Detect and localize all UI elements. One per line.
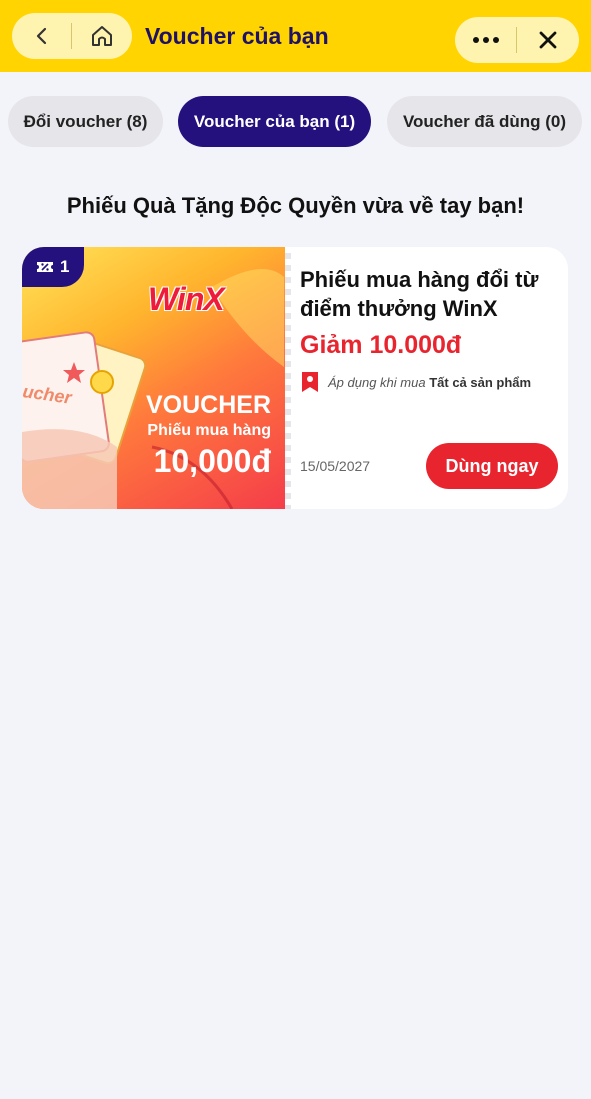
apply-prefix: Áp dụng khi mua: [328, 374, 426, 390]
nav-pill: [12, 13, 132, 59]
apply-scope: Tất cả sản phẩm: [429, 374, 532, 390]
close-icon: [539, 31, 556, 49]
use-now-button[interactable]: Dùng ngay: [426, 443, 558, 489]
home-icon: [91, 26, 112, 46]
close-button[interactable]: [517, 17, 578, 63]
voucher-image: ucher 1 WinX VOUCHER Phiếu mua hàng 10,0…: [22, 247, 285, 509]
voucher-info: Phiếu mua hàng đổi từ điểm thưởng WinX G…: [300, 247, 568, 509]
chevron-left-icon: [36, 27, 46, 45]
section-title: Phiếu Quà Tặng Độc Quyền vừa về tay bạn!: [66, 193, 525, 218]
tab-exchange-voucher[interactable]: Đổi voucher (8): [8, 96, 163, 147]
voucher-icon: [37, 262, 53, 272]
badge-count: 1: [60, 257, 70, 276]
image-title: VOUCHER: [145, 391, 271, 419]
more-button[interactable]: [455, 17, 516, 63]
action-pill: [455, 17, 579, 63]
apply-condition: Áp dụng khi mua Tất cả sản phẩm: [300, 371, 531, 393]
expiry-date: 15/05/2027: [300, 458, 371, 474]
image-subtitle: Phiếu mua hàng: [147, 422, 271, 439]
perforation-divider: [285, 247, 291, 509]
tab-your-voucher[interactable]: Voucher của bạn (1): [178, 96, 371, 147]
page-title: Voucher của bạn: [145, 23, 329, 49]
back-button[interactable]: [12, 13, 71, 59]
voucher-card[interactable]: ucher 1 WinX VOUCHER Phiếu mua hàng 10,0…: [22, 247, 568, 509]
quantity-badge: 1: [22, 247, 84, 287]
voucher-name: Phiếu mua hàng đổi từ điểm thưởng WinX: [300, 267, 539, 321]
brand-logo: WinX: [148, 281, 225, 317]
home-button[interactable]: [72, 13, 131, 59]
bookmark-icon: [302, 372, 318, 392]
voucher-discount: Giảm 10.000đ: [300, 331, 462, 359]
app-header: Voucher của bạn: [0, 0, 591, 72]
more-dots-icon: [472, 37, 499, 43]
tab-used-voucher[interactable]: Voucher đã dùng (0): [387, 96, 582, 147]
image-amount: 10,000đ: [153, 443, 271, 479]
